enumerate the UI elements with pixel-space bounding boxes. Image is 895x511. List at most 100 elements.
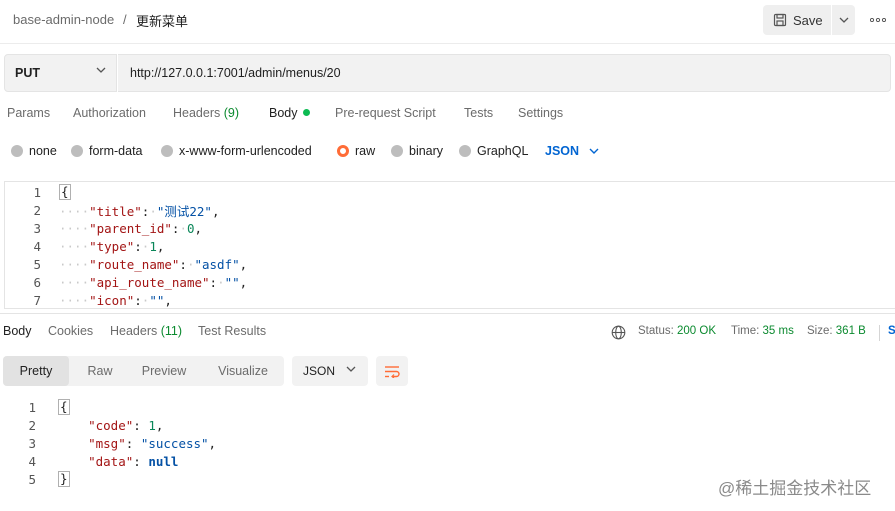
watermark: @稀土掘金技术社区 [718, 479, 872, 498]
trail: , [239, 256, 248, 272]
pane-splitter[interactable] [0, 313, 895, 314]
json-key: "type" [89, 238, 135, 254]
breadcrumb-separator: / [123, 12, 127, 27]
time-label: Time: [731, 325, 760, 337]
view-tab-raw[interactable]: Raw [69, 356, 131, 386]
response-tab-cookies[interactable]: Cookies [48, 324, 93, 338]
json-key: "msg" [88, 435, 126, 451]
divider [879, 325, 880, 341]
tab-authorization[interactable]: Authorization [73, 106, 146, 120]
status-info[interactable]: Status: 200 OK [638, 325, 716, 337]
code-line: 5 } [0, 470, 70, 488]
divider [0, 43, 895, 44]
tab-headers[interactable]: Headers (9) [173, 106, 239, 120]
json-value: 0 [186, 220, 195, 236]
more-options-button[interactable] [868, 12, 888, 28]
radio-circle [71, 145, 83, 157]
line-number: 2 [28, 417, 36, 433]
json-key: "route_name" [89, 256, 180, 272]
chevron-down-icon [96, 67, 106, 73]
code-line: 4 ····"type":·1, [5, 237, 164, 255]
line-number: 4 [28, 453, 36, 469]
json-value: "测试22" [156, 203, 212, 219]
size-info[interactable]: Size: 361 B [807, 325, 866, 337]
method-label: PUT [15, 66, 40, 80]
request-name[interactable]: 更新菜单 [136, 11, 188, 30]
radio-graphql[interactable]: GraphQL [459, 144, 528, 158]
radio-none[interactable]: none [11, 144, 57, 158]
radio-form-data-label: form-data [89, 144, 143, 158]
size-value: 361 B [835, 325, 866, 337]
trail: , [156, 238, 165, 254]
response-tab-headers[interactable]: Headers (11) [110, 324, 182, 338]
code-line: 3 "msg": "success", [0, 434, 216, 452]
body-language-select[interactable]: JSON [545, 144, 599, 158]
body-language-label: JSON [545, 144, 580, 158]
chevron-down-icon [346, 366, 356, 372]
code-line: 7 ····"icon":·"", [5, 291, 171, 308]
breadcrumb-collection[interactable]: base-admin-node [13, 12, 114, 27]
wrap-lines-icon [385, 365, 400, 378]
save-response-button[interactable]: S [879, 325, 895, 341]
open-brace: { [59, 184, 71, 200]
save-options-button[interactable] [832, 5, 855, 35]
save-response-label: S [888, 325, 895, 337]
response-format-select[interactable]: JSON [292, 356, 368, 386]
code-line: 5 ····"route_name":·"asdf", [5, 255, 247, 273]
code-line: 2 ····"title":·"测试22", [5, 201, 219, 219]
json-key: "title" [89, 203, 142, 219]
save-button[interactable]: Save [763, 5, 831, 35]
json-value: "asdf" [194, 256, 240, 272]
radio-binary-label: binary [409, 144, 444, 158]
json-value: 1 [148, 417, 156, 433]
time-info[interactable]: Time: 35 ms [731, 325, 794, 337]
status-label: Status: [638, 325, 674, 337]
code-line: 4 "data": null [0, 452, 178, 470]
response-tab-headers-label: Headers [110, 324, 158, 338]
request-body-editor[interactable]: 1 { 2 ····"title":·"测试22", 3 ····"parent… [4, 181, 895, 309]
radio-form-data[interactable]: form-data [71, 144, 143, 158]
tab-tests[interactable]: Tests [464, 106, 493, 120]
response-tab-test-results[interactable]: Test Results [198, 324, 266, 338]
view-tab-preview[interactable]: Preview [131, 356, 197, 386]
radio-circle [161, 145, 173, 157]
tab-params[interactable]: Params [7, 106, 50, 120]
line-number: 5 [28, 471, 36, 487]
json-key: "code" [88, 417, 134, 433]
code-line: 3 ····"parent_id":·0, [5, 219, 202, 237]
tab-settings[interactable]: Settings [518, 106, 563, 120]
tab-pre-request-script[interactable]: Pre-request Script [335, 106, 436, 120]
line-number: 7 [33, 292, 41, 308]
code-line: 1 { [5, 183, 71, 201]
headers-count: (9) [223, 106, 240, 120]
chevron-down-icon [839, 17, 848, 23]
url-input[interactable]: http://127.0.0.1:7001/admin/menus/20 [118, 54, 891, 92]
view-tab-visualize[interactable]: Visualize [203, 356, 283, 386]
json-value: null [148, 453, 179, 469]
radio-circle-selected [337, 145, 349, 157]
status-value: 200 OK [677, 325, 717, 337]
size-label: Size: [807, 325, 833, 337]
wrap-lines-button[interactable] [376, 356, 408, 386]
time-value: 35 ms [762, 325, 794, 337]
view-tab-pretty[interactable]: Pretty [3, 356, 69, 386]
line-number: 3 [28, 435, 36, 451]
radio-none-label: none [29, 144, 57, 158]
radio-circle [11, 145, 23, 157]
chevron-down-icon [589, 148, 599, 154]
radio-binary[interactable]: binary [391, 144, 443, 158]
radio-urlencoded[interactable]: x-www-form-urlencoded [161, 144, 312, 158]
radio-raw[interactable]: raw [337, 144, 375, 158]
radio-circle [459, 145, 471, 157]
tab-body[interactable]: Body [269, 106, 310, 120]
json-value: "" [149, 292, 165, 308]
method-select[interactable]: PUT [4, 54, 117, 92]
json-key: "icon" [89, 292, 135, 308]
close-brace: } [58, 471, 70, 487]
response-tab-body[interactable]: Body [3, 324, 32, 338]
json-key: "parent_id" [89, 220, 172, 236]
url-text: http://127.0.0.1:7001/admin/menus/20 [130, 66, 341, 80]
trail: , [164, 292, 172, 308]
response-headers-count: (11) [160, 324, 183, 338]
globe-icon[interactable] [611, 325, 626, 340]
